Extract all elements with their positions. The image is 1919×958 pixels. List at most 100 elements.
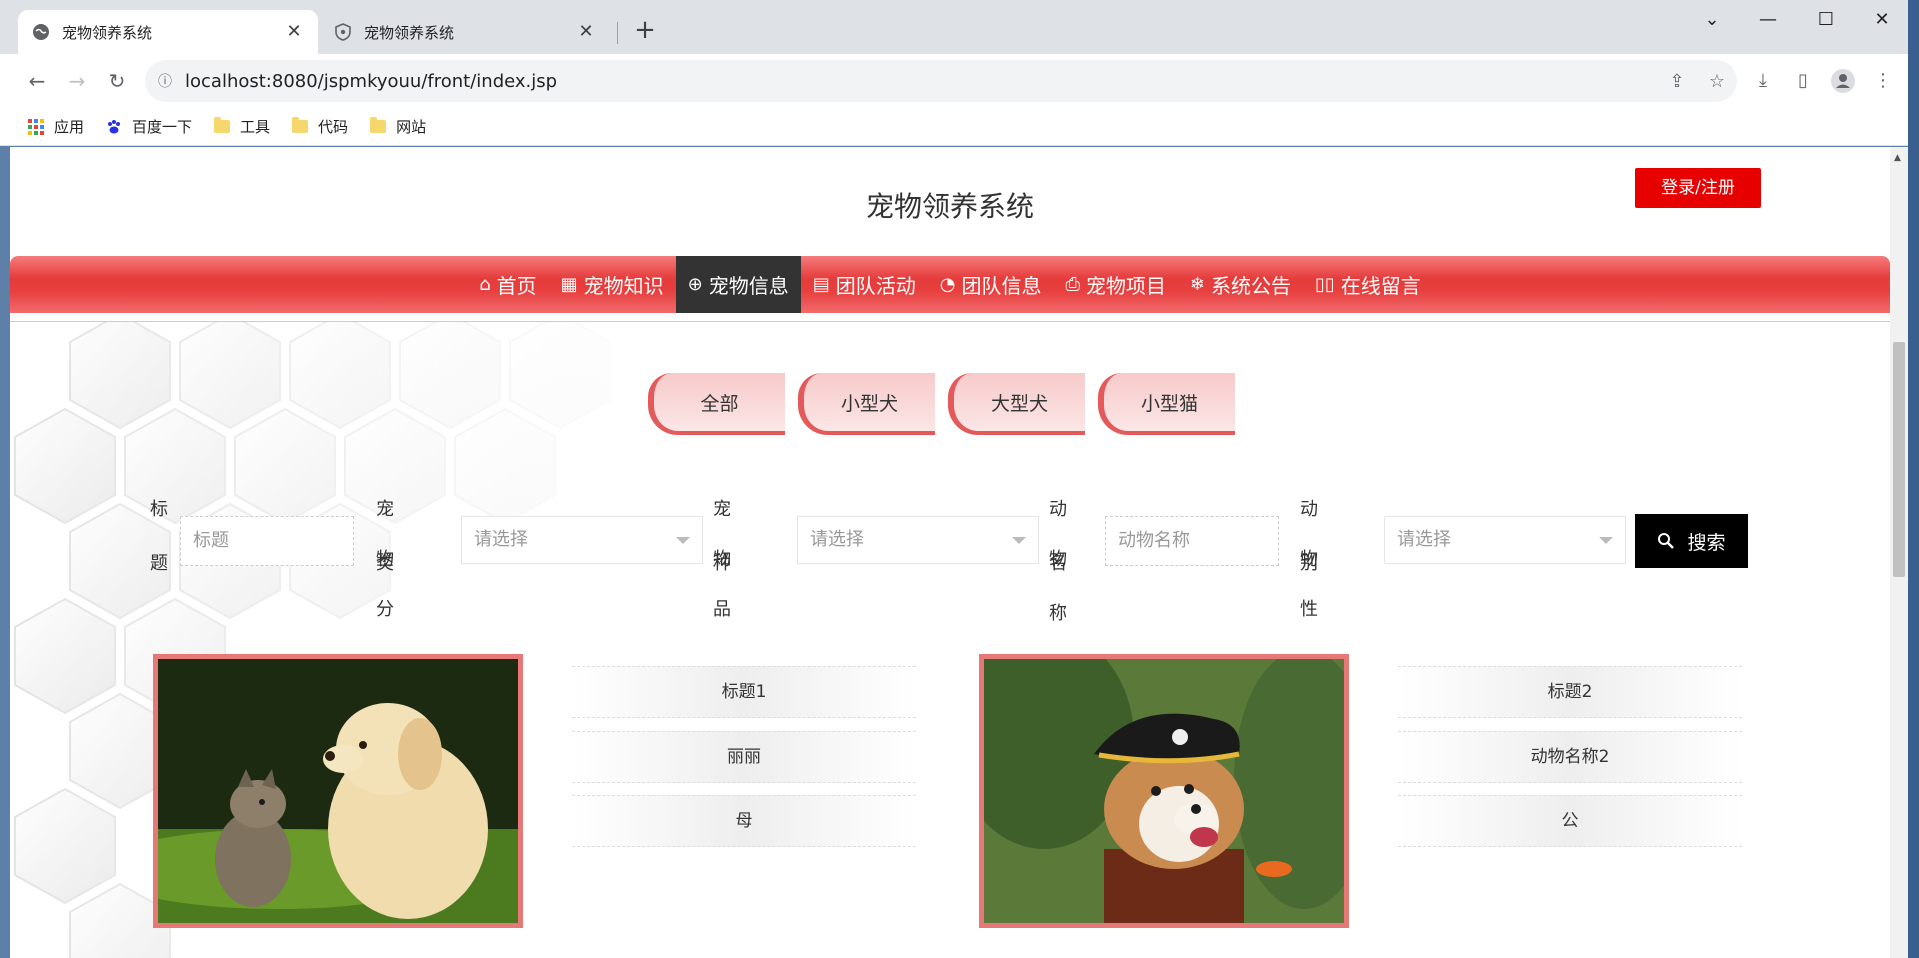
pet-gender: 母 bbox=[572, 795, 916, 847]
category-tab-small-dog[interactable]: 小型犬 bbox=[798, 373, 935, 435]
globe-icon: ⊕ bbox=[687, 274, 703, 295]
scrollbar-thumb[interactable] bbox=[1893, 342, 1905, 577]
nav-item-messages[interactable]: ▯▯ 在线留言 bbox=[1303, 256, 1433, 313]
bookmark-folder-code[interactable]: 代码 bbox=[292, 116, 348, 137]
profile-avatar-icon[interactable] bbox=[1828, 66, 1858, 96]
bookmark-baidu[interactable]: 百度一下 bbox=[106, 116, 192, 137]
bookmark-star-icon[interactable]: ☆ bbox=[1697, 71, 1737, 92]
gender-label: 别 bbox=[1300, 553, 1318, 574]
bookmark-label: 应用 bbox=[54, 118, 85, 136]
bookmark-apps[interactable]: 应用 bbox=[28, 116, 84, 137]
bookmark-folder-sites[interactable]: 网站 bbox=[370, 116, 426, 137]
bookmark-label: 网站 bbox=[396, 118, 427, 136]
gender-select[interactable]: 请选择 bbox=[1384, 516, 1626, 564]
breed-select[interactable]: 请选择 bbox=[797, 516, 1039, 564]
url-text[interactable]: localhost:8080/jspmkyouu/front/index.jsp bbox=[185, 71, 1657, 92]
minimize-button[interactable]: — bbox=[1748, 6, 1788, 34]
nav-item-team-info[interactable]: ◔ 团队信息 bbox=[928, 256, 1054, 313]
address-bar[interactable]: ⓘ localhost:8080/jspmkyouu/front/index.j… bbox=[145, 60, 1737, 102]
tab-title: 宠物领养系统 bbox=[62, 23, 153, 42]
nav-item-pet-knowledge[interactable]: ▦ 宠物知识 bbox=[549, 256, 676, 313]
browser-tab-active[interactable]: 宠物领养系统 ✕ bbox=[18, 10, 318, 54]
main-navigation: ⌂ 首页 ▦ 宠物知识 ⊕ 宠物信息 ▤ 团队活动 ◔ 团队信息 ⎙ 宠物项目 … bbox=[10, 256, 1890, 313]
forward-arrow-icon[interactable]: → bbox=[62, 66, 92, 96]
maximize-button[interactable]: ☐ bbox=[1806, 6, 1846, 34]
category-tab-large-dog[interactable]: 大型犬 bbox=[948, 373, 1085, 435]
chevron-down-icon bbox=[1599, 537, 1613, 544]
category-select-value: 请选择 bbox=[474, 529, 528, 550]
browser-tab-inactive[interactable]: 宠物领养系统 ✕ bbox=[320, 10, 610, 54]
page-viewport: 宠物领养系统 登录/注册 ⌂ 首页 ▦ 宠物知识 ⊕ 宠物信息 ▤ 团队活动 ◔… bbox=[10, 147, 1890, 958]
folder-icon bbox=[292, 117, 309, 133]
folder-icon bbox=[370, 117, 387, 133]
search-button[interactable]: 搜索 bbox=[1635, 514, 1748, 568]
tab-search-chevron-icon[interactable]: ⌄ bbox=[1692, 6, 1732, 34]
snowflake-icon: ❄ bbox=[1189, 274, 1205, 295]
scroll-up-arrow-icon[interactable]: ▲ bbox=[1894, 153, 1901, 163]
download-icon[interactable]: ⤓ bbox=[1748, 66, 1778, 96]
animal-name-label: 名称 bbox=[1049, 553, 1067, 624]
login-register-button[interactable]: 登录/注册 bbox=[1635, 168, 1761, 208]
site-title: 宠物领养系统 bbox=[865, 190, 1034, 223]
reload-icon[interactable]: ↻ bbox=[102, 66, 132, 96]
title-label: 标 bbox=[150, 499, 168, 520]
category-select[interactable]: 请选择 bbox=[461, 516, 703, 564]
new-tab-button[interactable]: + bbox=[630, 16, 660, 46]
printer-icon: ⎙ bbox=[1065, 274, 1080, 295]
nav-label: 宠物知识 bbox=[583, 274, 664, 298]
nav-label: 系统公告 bbox=[1210, 274, 1291, 298]
nav-divider bbox=[10, 321, 1890, 322]
category-label: 类 bbox=[376, 553, 394, 574]
nav-item-team-activities[interactable]: ▤ 团队活动 bbox=[801, 256, 928, 313]
desktop-background-edge bbox=[1908, 0, 1919, 958]
book-icon: ▯▯ bbox=[1314, 274, 1335, 295]
pet-name: 动物名称2 bbox=[1398, 731, 1742, 783]
search-icon bbox=[1658, 533, 1675, 549]
share-icon[interactable]: ⇪ bbox=[1657, 71, 1697, 92]
nav-item-announcements[interactable]: ❄ 系统公告 bbox=[1178, 256, 1303, 313]
tab-title: 宠物领养系统 bbox=[364, 23, 455, 42]
nav-label: 在线留言 bbox=[1340, 274, 1421, 298]
nav-label: 宠物项目 bbox=[1085, 274, 1166, 298]
nav-label: 团队信息 bbox=[961, 274, 1042, 298]
bookmark-label: 代码 bbox=[318, 118, 349, 136]
close-window-button[interactable]: ✕ bbox=[1862, 6, 1902, 34]
menu-kebab-icon[interactable]: ⋮ bbox=[1868, 66, 1898, 96]
pet-image-corgi[interactable] bbox=[979, 654, 1349, 928]
breed-label: 种 bbox=[713, 553, 731, 574]
pet-title[interactable]: 标题1 bbox=[572, 666, 916, 718]
chevron-down-icon bbox=[1012, 537, 1026, 544]
title-label: 题 bbox=[150, 553, 168, 574]
animal-name-input[interactable]: 动物名称 bbox=[1105, 516, 1279, 566]
folder-icon bbox=[214, 117, 231, 133]
bookmark-label: 工具 bbox=[240, 118, 271, 136]
baidu-paw-icon bbox=[106, 119, 122, 135]
title-input[interactable]: 标题 bbox=[180, 516, 354, 566]
puppy-and-kitten-photo bbox=[158, 659, 518, 923]
apps-grid-icon bbox=[28, 118, 44, 135]
bookmarks-bar: 应用 百度一下 工具 代码 网站 bbox=[0, 108, 1908, 146]
pet-title[interactable]: 标题2 bbox=[1398, 666, 1742, 718]
pet-image-puppy-kitten[interactable] bbox=[153, 654, 523, 928]
browser-toolbar: ← → ↻ ⓘ localhost:8080/jspmkyouu/front/i… bbox=[0, 54, 1908, 108]
nav-item-pet-projects[interactable]: ⎙ 宠物项目 bbox=[1053, 256, 1177, 313]
nav-item-home[interactable]: ⌂ 首页 bbox=[467, 256, 548, 313]
category-tabs: 全部 小型犬 大型犬 小型猫 bbox=[648, 373, 1235, 435]
page-scrollbar[interactable]: ▲ bbox=[1890, 147, 1908, 958]
nav-item-pet-info[interactable]: ⊕ 宠物信息 bbox=[675, 256, 801, 313]
category-tab-all[interactable]: 全部 bbox=[648, 373, 785, 435]
bookmark-folder-tools[interactable]: 工具 bbox=[214, 116, 270, 137]
nav-label: 首页 bbox=[496, 274, 537, 298]
site-info-icon[interactable]: ⓘ bbox=[145, 71, 185, 91]
bookmark-label: 百度一下 bbox=[132, 118, 193, 136]
pet-gender: 公 bbox=[1398, 795, 1742, 847]
nav-label: 团队活动 bbox=[835, 274, 916, 298]
close-tab-icon[interactable]: ✕ bbox=[284, 22, 304, 42]
shield-favicon-icon bbox=[334, 23, 352, 41]
category-tab-small-cat[interactable]: 小型猫 bbox=[1098, 373, 1235, 435]
breed-select-value: 请选择 bbox=[810, 529, 864, 550]
back-arrow-icon[interactable]: ← bbox=[22, 66, 52, 96]
close-tab-icon[interactable]: ✕ bbox=[576, 22, 596, 42]
site-header: 宠物领养系统 登录/注册 bbox=[10, 147, 1890, 257]
side-panel-icon[interactable]: ▯ bbox=[1788, 66, 1818, 96]
